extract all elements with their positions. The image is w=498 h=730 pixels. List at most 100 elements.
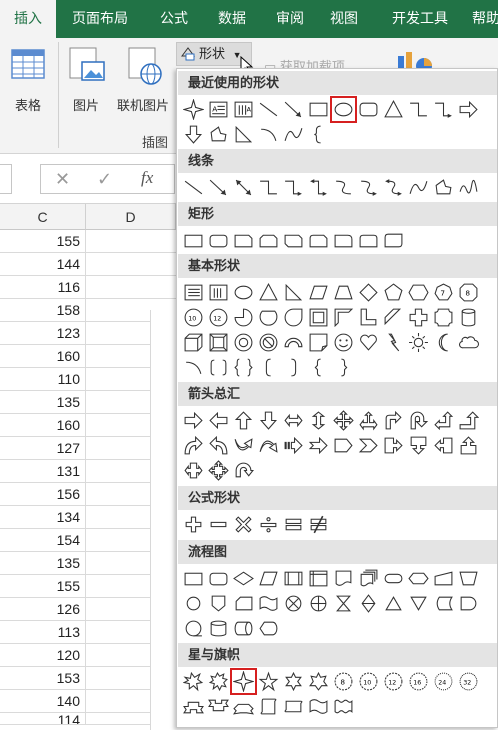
wave-shape-icon[interactable] (306, 694, 331, 719)
left-brace-shape-icon[interactable] (306, 355, 331, 380)
trapezoid-shape-icon[interactable] (331, 280, 356, 305)
scribble-shape-icon[interactable] (456, 175, 481, 200)
snip-corner-rectangle-shape-icon[interactable] (231, 228, 256, 253)
divide-shape-icon[interactable] (256, 512, 281, 537)
flowchart-stored-data-icon[interactable] (431, 591, 456, 616)
no-symbol-shape-icon[interactable] (256, 330, 281, 355)
triangle-shape-icon[interactable] (256, 280, 281, 305)
plaque-shape-icon[interactable] (431, 305, 456, 330)
flowchart-card-icon[interactable] (231, 591, 256, 616)
flowchart-sort-icon[interactable] (356, 591, 381, 616)
flowchart-connector-icon[interactable] (181, 591, 206, 616)
tab-view[interactable]: 视图 (316, 0, 372, 38)
smiley-face-shape-icon[interactable] (331, 330, 356, 355)
heptagon-shape-icon[interactable]: 7 (431, 280, 456, 305)
right-arrow-callout-shape-icon[interactable] (381, 433, 406, 458)
left-arrow-callout-shape-icon[interactable] (431, 433, 456, 458)
double-wave-shape-icon[interactable] (331, 694, 356, 719)
curve-shape-icon[interactable] (406, 175, 431, 200)
curve-shape-icon[interactable] (281, 122, 306, 147)
oval-shape-icon[interactable] (330, 96, 357, 123)
rectangle-shape-icon[interactable] (181, 228, 206, 253)
striped-right-arrow-shape-icon[interactable] (281, 433, 306, 458)
flowchart-multidocument-icon[interactable] (356, 566, 381, 591)
folded-corner-shape-icon[interactable] (306, 330, 331, 355)
star16-shape-icon[interactable]: 16 (406, 669, 431, 694)
decagon-shape-icon[interactable]: 10 (181, 305, 206, 330)
round-diagonal-rectangle-shape-icon[interactable] (381, 228, 406, 253)
double-brace-shape-icon[interactable] (231, 355, 256, 380)
rounded-rectangle-shape-icon[interactable] (356, 97, 381, 122)
down-arrow-callout-shape-icon[interactable] (406, 433, 431, 458)
oval-shape-icon[interactable] (231, 280, 256, 305)
half-frame-shape-icon[interactable] (331, 305, 356, 330)
donut-shape-icon[interactable] (231, 330, 256, 355)
heart-shape-icon[interactable] (356, 330, 381, 355)
up-ribbon-shape-icon[interactable] (181, 694, 206, 719)
flowchart-alternate-process-icon[interactable] (206, 566, 231, 591)
table-cell[interactable]: 126 (0, 598, 86, 621)
flowchart-collate-icon[interactable] (331, 591, 356, 616)
can-shape-icon[interactable] (456, 305, 481, 330)
tab-review[interactable]: 审阅 (262, 0, 318, 38)
pentagon-arrow-shape-icon[interactable] (331, 433, 356, 458)
table-cell[interactable]: 155 (0, 575, 86, 598)
flowchart-document-icon[interactable] (331, 566, 356, 591)
star8-shape-icon[interactable]: 8 (331, 669, 356, 694)
table-cell[interactable]: 153 (0, 667, 86, 690)
line-shape-icon[interactable] (256, 97, 281, 122)
flowchart-sequential-access-icon[interactable] (181, 616, 206, 641)
cloud-shape-icon[interactable] (456, 330, 481, 355)
frame-shape-icon[interactable] (306, 305, 331, 330)
table-cell[interactable]: 160 (0, 414, 86, 437)
snip-diagonal-rectangle-shape-icon[interactable] (281, 228, 306, 253)
hexagon-shape-icon[interactable] (406, 280, 431, 305)
moon-shape-icon[interactable] (431, 330, 456, 355)
flowchart-extract-icon[interactable] (381, 591, 406, 616)
line-shape-icon[interactable] (181, 175, 206, 200)
flowchart-magnetic-disk-icon[interactable] (206, 616, 231, 641)
check-icon[interactable]: ✓ (97, 169, 112, 190)
star4-shape-icon[interactable] (230, 668, 257, 695)
flowchart-preparation-icon[interactable] (406, 566, 431, 591)
table-cell[interactable]: 135 (0, 552, 86, 575)
arrow-line-shape-icon[interactable] (206, 175, 231, 200)
vertical-scroll-shape-icon[interactable] (256, 694, 281, 719)
table-cell[interactable]: 140 (0, 690, 86, 713)
star10-shape-icon[interactable]: 10 (356, 669, 381, 694)
round-same-side-rectangle-shape-icon[interactable] (356, 228, 381, 253)
flowchart-offpage-connector-icon[interactable] (206, 591, 231, 616)
diagonal-stripe-shape-icon[interactable] (381, 305, 406, 330)
table-cell[interactable]: 113 (0, 621, 86, 644)
down-arrow-shape-icon[interactable] (256, 408, 281, 433)
table-cell[interactable]: 156 (0, 483, 86, 506)
sun-shape-icon[interactable] (406, 330, 431, 355)
circular-arrow-shape-icon[interactable] (231, 458, 256, 483)
vertical-textbox-shape-icon[interactable] (206, 280, 231, 305)
u-turn-arrow-shape-icon[interactable] (406, 408, 431, 433)
tab-insert[interactable]: 插入 (0, 0, 56, 38)
flowchart-or-icon[interactable] (306, 591, 331, 616)
down-ribbon-shape-icon[interactable] (206, 694, 231, 719)
flowchart-predefined-process-icon[interactable] (281, 566, 306, 591)
right-triangle-shape-icon[interactable] (281, 280, 306, 305)
brace-shape-icon[interactable] (306, 122, 331, 147)
flowchart-process-icon[interactable] (181, 566, 206, 591)
plus-shape-icon[interactable] (181, 512, 206, 537)
tab-page-layout[interactable]: 页面布局 (60, 0, 140, 38)
flowchart-summing-junction-icon[interactable] (281, 591, 306, 616)
elbow-connector-shape-icon[interactable] (256, 175, 281, 200)
left-right-arrow-shape-icon[interactable] (281, 408, 306, 433)
teardrop-shape-icon[interactable] (281, 305, 306, 330)
freeform-shape-icon[interactable] (431, 175, 456, 200)
left-right-up-arrow-shape-icon[interactable] (356, 408, 381, 433)
bent-up-arrow-shape-icon[interactable] (456, 408, 481, 433)
block-arc-shape-icon[interactable] (281, 330, 306, 355)
elbow-connector-shape-icon[interactable] (406, 97, 431, 122)
explosion2-shape-icon[interactable] (206, 669, 231, 694)
arrow-line-shape-icon[interactable] (281, 97, 306, 122)
parallelogram-shape-icon[interactable] (306, 280, 331, 305)
double-bracket-shape-icon[interactable] (206, 355, 231, 380)
curved-down-arrow-shape-icon[interactable] (256, 433, 281, 458)
right-arrow-shape-icon[interactable] (456, 97, 481, 122)
